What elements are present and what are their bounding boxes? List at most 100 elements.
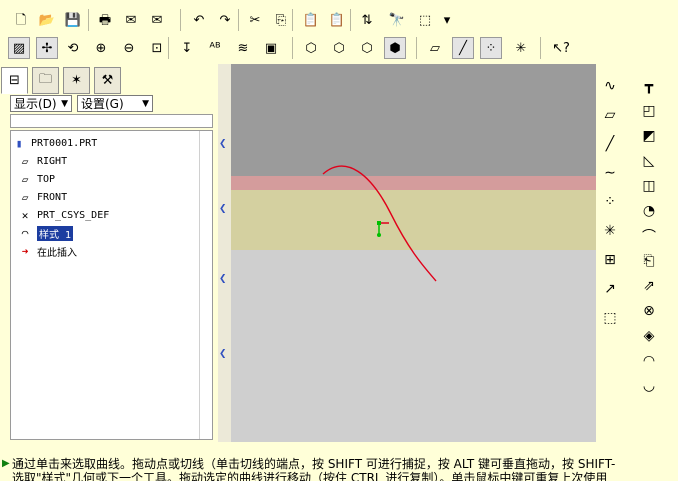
reorient-icon[interactable]: ↧ [176, 37, 198, 59]
toolbar-separator [350, 9, 351, 31]
sweep-icon[interactable]: ⌒ [636, 224, 662, 248]
no-hidden-icon[interactable]: ⬡ [356, 37, 378, 59]
extend-icon[interactable]: ⇗ [636, 274, 662, 298]
email-attach-icon[interactable]: ✉ [146, 9, 168, 31]
paste-icon[interactable]: 📋 [300, 9, 322, 31]
navigator-panel: ⊟ 🗀 ✶ ⚒ 显示(D) ▼ 设置(G) ▼ ▮ PRT0001.PRT ▱ RIGHT ▱… [0, 64, 218, 442]
tree-item-icon: ➜ [21, 245, 29, 258]
standard-toolbar: 🗋 📂 💾 🖶 ✉ ✉ ↶ ↷ ✂ ⎘ 📋 📋 ⇅ 🔭 ⬚ ▾ [0, 6, 678, 35]
tree-scrollbar[interactable] [199, 131, 212, 439]
wireframe-icon[interactable]: ⬡ [300, 37, 322, 59]
cut-icon[interactable]: ✂ [244, 9, 266, 31]
repaint-icon[interactable]: ▨ [8, 37, 30, 59]
tab-model-tree[interactable]: ⊟ [1, 67, 28, 94]
print-icon[interactable]: 🖶 [94, 9, 116, 31]
collapse-left-icon[interactable]: ❮ [219, 139, 227, 149]
tree-item-root[interactable]: ▮ PRT0001.PRT [11, 136, 98, 151]
tab-connections[interactable]: ⚒ [94, 67, 121, 94]
panel-sash[interactable]: ❮ ❮ ❮ ❮ [218, 64, 231, 442]
view-manager-icon[interactable]: ▣ [260, 37, 282, 59]
trim-surface-icon[interactable]: ⬚ [597, 306, 623, 330]
shell-icon[interactable]: ┳ [636, 74, 662, 98]
intersect-icon[interactable]: ⊗ [636, 299, 662, 323]
context-help-icon[interactable]: ↖? [550, 37, 572, 59]
open-icon[interactable]: 📂 [36, 9, 58, 31]
draft-icon[interactable]: ◺ [636, 149, 662, 173]
show-dropdown[interactable]: 显示(D) ▼ [10, 95, 72, 112]
status-line-2: 选取"样式"几何或下一个工具。拖动选定的曲线进行移动（按住 CTRL 进行复制）… [12, 471, 608, 481]
tree-item-csys[interactable]: ✕ PRT_CSYS_DEF [17, 208, 110, 223]
settings-dropdown-label: 设置(G) [81, 97, 124, 111]
insert-annotation-icon[interactable]: ↗ [597, 277, 623, 301]
csys-display-icon[interactable]: ✳ [510, 37, 532, 59]
undo-icon[interactable]: ↶ [188, 9, 210, 31]
datum-csys-icon[interactable]: ✳ [597, 219, 623, 243]
revolve-icon[interactable]: ◔ [636, 199, 662, 223]
refit-icon[interactable]: ⊡ [146, 37, 168, 59]
select-dropdown-icon[interactable]: ▾ [436, 9, 458, 31]
datum-curve-icon[interactable]: ∼ [597, 161, 623, 185]
zoom-out-icon[interactable]: ⊖ [118, 37, 140, 59]
tree-item-insert-here[interactable]: ➜ 在此插入 [17, 244, 77, 259]
merge-icon[interactable]: ◈ [636, 324, 662, 348]
tree-item-icon: ▱ [21, 155, 29, 168]
tree-item-label: PRT_CSYS_DEF [37, 210, 110, 221]
collapse-left-icon[interactable]: ❮ [219, 204, 227, 214]
toolbar-separator [168, 37, 169, 59]
datum-axis-icon[interactable]: ╱ [597, 132, 623, 156]
save-icon[interactable]: 💾 [62, 9, 84, 31]
shading-icon[interactable]: ⬢ [384, 37, 406, 59]
datum-plane-icon[interactable]: ▱ [597, 103, 623, 127]
zoom-in-icon[interactable]: ⊕ [90, 37, 112, 59]
copy-icon[interactable]: ⎘ [270, 9, 292, 31]
sketch-curve-icon[interactable]: ∿ [597, 74, 623, 98]
analysis-feature-icon[interactable]: ⊞ [597, 248, 623, 272]
collapse-left-icon[interactable]: ❮ [219, 274, 227, 284]
layers-icon[interactable]: ≋ [232, 37, 254, 59]
tree-filter-field[interactable] [10, 114, 213, 128]
chamfer-icon[interactable]: ◩ [636, 124, 662, 148]
paste-special-icon[interactable]: 📋 [326, 9, 348, 31]
boundary-blend-icon[interactable]: ◡ [636, 374, 662, 398]
tab-folder-browser[interactable]: 🗀 [32, 67, 59, 94]
tree-item-right[interactable]: ▱ RIGHT [17, 154, 67, 169]
settings-dropdown[interactable]: 设置(G) ▼ [77, 95, 153, 112]
datum-plane-display-icon[interactable]: ▱ [424, 37, 446, 59]
select-box-icon[interactable]: ⬚ [414, 9, 436, 31]
new-icon[interactable]: 🗋 [10, 9, 32, 31]
email-icon[interactable]: ✉ [120, 9, 142, 31]
tree-item-top[interactable]: ▱ TOP [17, 172, 55, 187]
tree-item-label: 在此插入 [37, 248, 77, 259]
feature-toolbar: ┳ ◰ ◩ ◺ ◫ ◔ ⌒ ⎗ ⇗ ⊗ ◈ ◠ ◡ [636, 74, 666, 404]
saved-views-icon[interactable]: ᴬᴮ [204, 37, 226, 59]
spin-center-icon[interactable]: ✢ [36, 37, 58, 59]
find-icon[interactable]: 🔭 [386, 9, 408, 31]
tree-item-label: TOP [37, 174, 56, 185]
datum-toolbar: ∿ ▱ ╱ ∼ ⁘ ✳ ⊞ ↗ ⬚ [597, 74, 627, 344]
graphics-window[interactable] [231, 64, 596, 442]
datum-point-icon[interactable]: ⁘ [597, 190, 623, 214]
tree-item-style-1[interactable]: ◠ 样式 1 [17, 226, 74, 241]
blend-icon[interactable]: ⎗ [636, 249, 662, 273]
model-canvas [322, 165, 437, 282]
toolbar-separator [292, 37, 293, 59]
toolbar-separator [180, 9, 181, 31]
tree-item-label: PRT0001.PRT [31, 138, 98, 149]
round-icon[interactable]: ◰ [636, 99, 662, 123]
datum-axis-display-icon[interactable]: ╱ [452, 37, 474, 59]
datum-point-display-icon[interactable]: ⁘ [480, 37, 502, 59]
redo-icon[interactable]: ↷ [214, 9, 236, 31]
message-area: ▶ 通过单击来选取曲线。拖动点或切线（单击切线的端点，按 SHIFT 可进行捕捉… [0, 455, 678, 481]
chevron-down-icon: ▼ [142, 98, 149, 109]
rib-icon[interactable]: ◫ [636, 174, 662, 198]
collapse-left-icon[interactable]: ❮ [219, 349, 227, 359]
tab-favorites[interactable]: ✶ [63, 67, 90, 94]
orient-mode-icon[interactable]: ⟲ [62, 37, 84, 59]
view-toolbar: ▨ ✢ ⟲ ⊕ ⊖ ⊡ ↧ ᴬᴮ ≋ ▣ ⬡ ⬡ ⬡ ⬢ ▱ ╱ ⁘ ✳ ↖? [0, 34, 678, 63]
curve-point-handle[interactable] [377, 221, 389, 237]
tree-item-icon: ▱ [21, 173, 29, 186]
hidden-line-icon[interactable]: ⬡ [328, 37, 350, 59]
regenerate-icon[interactable]: ⇅ [356, 9, 378, 31]
style-tool-icon[interactable]: ◠ [636, 349, 662, 373]
tree-item-front[interactable]: ▱ FRONT [17, 190, 67, 205]
